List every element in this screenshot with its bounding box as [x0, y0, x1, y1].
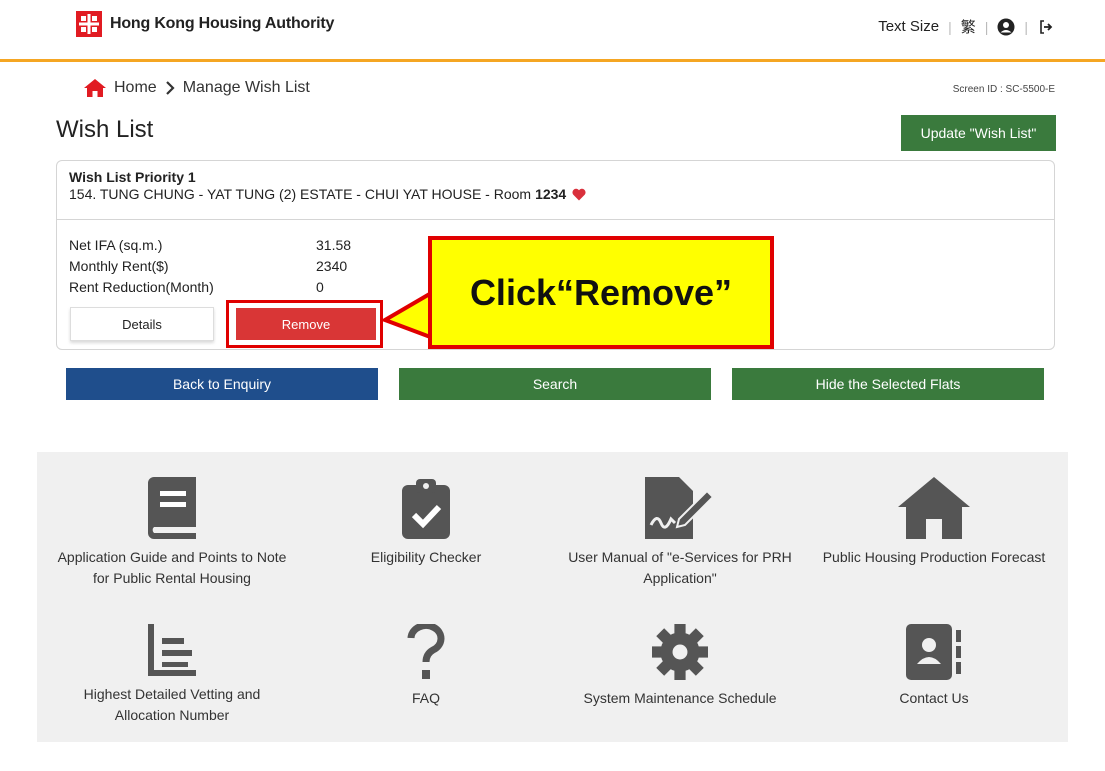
house-icon: [898, 477, 970, 539]
ha-logo-icon: [76, 11, 102, 37]
quick-link-production-forecast[interactable]: Public Housing Production Forecast: [814, 477, 1054, 568]
info-value: 2340: [316, 258, 348, 274]
info-row: Monthly Rent($) 2340: [69, 256, 351, 277]
info-label: Net IFA (sq.m.): [69, 237, 163, 253]
quick-link-user-manual[interactable]: User Manual of "e-Services for PRH Appli…: [560, 477, 800, 589]
book-icon: [148, 477, 196, 539]
page-title: Wish List: [56, 116, 154, 143]
info-value: 31.58: [316, 237, 352, 253]
header-utilities: Text Size | 繁 | |: [878, 16, 1055, 37]
quick-link-contact-us[interactable]: Contact Us: [814, 624, 1054, 709]
question-icon: [407, 624, 445, 679]
quick-link-label: Contact Us: [899, 690, 969, 706]
account-icon[interactable]: [997, 18, 1015, 36]
quick-links-panel: Application Guide and Points to Note for…: [37, 452, 1068, 742]
quick-link-label: Public Housing Production Forecast: [822, 549, 1046, 565]
gear-icon: [652, 624, 708, 680]
info-label: Rent Reduction(Month): [69, 279, 214, 295]
logout-icon[interactable]: [1037, 18, 1055, 36]
room-number: 1234: [535, 186, 567, 202]
quick-link-label: Application Guide and Points to Note for…: [57, 549, 287, 586]
divider: |: [1024, 18, 1028, 35]
priority-label: Wish List Priority 1: [69, 169, 196, 185]
divider: |: [984, 18, 989, 35]
search-button[interactable]: Search: [399, 368, 711, 400]
quick-link-label: FAQ: [411, 690, 440, 706]
quick-link-label: User Manual of "e-Services for PRH Appli…: [568, 549, 792, 586]
quick-link-label: Highest Detailed Vetting and Allocation …: [83, 686, 261, 723]
bar-list-icon: [148, 624, 196, 676]
flat-info: Net IFA (sq.m.) 31.58 Monthly Rent($) 23…: [69, 235, 351, 298]
quick-link-eligibility-checker[interactable]: Eligibility Checker: [306, 477, 546, 568]
heart-icon: [572, 188, 586, 200]
text-size-link[interactable]: Text Size: [878, 18, 939, 35]
breadcrumb-current: Manage Wish List: [182, 79, 310, 96]
details-button[interactable]: Details: [70, 307, 214, 341]
ha-logo[interactable]: Hong Kong Housing Authority: [76, 11, 334, 37]
divider: |: [948, 18, 952, 35]
quick-link-vetting-number[interactable]: Highest Detailed Vetting and Allocation …: [52, 624, 292, 726]
quick-link-label: System Maintenance Schedule: [583, 690, 777, 706]
quick-link-maintenance-schedule[interactable]: System Maintenance Schedule: [560, 624, 800, 709]
instruction-callout: Click“Remove”: [428, 236, 774, 349]
flat-address: 154. TUNG CHUNG - YAT TUNG (2) ESTATE - …: [69, 185, 1042, 203]
remove-highlight-box: Remove: [226, 300, 383, 348]
update-wish-list-button[interactable]: Update "Wish List": [901, 115, 1056, 151]
hide-selected-flats-button[interactable]: Hide the Selected Flats: [732, 368, 1044, 400]
breadcrumb: Home Manage Wish List: [84, 79, 310, 97]
org-name: Hong Kong Housing Authority: [110, 15, 335, 32]
breadcrumb-home[interactable]: Home: [114, 79, 157, 97]
quick-link-label: Eligibility Checker: [370, 549, 482, 565]
info-row: Net IFA (sq.m.) 31.58: [69, 235, 351, 256]
back-to-enquiry-button[interactable]: Back to Enquiry: [66, 368, 378, 400]
top-header: Hong Kong Housing Authority Text Size | …: [0, 0, 1105, 62]
info-row: Rent Reduction(Month) 0: [69, 277, 351, 298]
contact-book-icon: [906, 624, 961, 680]
flat-address-text: 154. TUNG CHUNG - YAT TUNG (2) ESTATE - …: [69, 186, 532, 202]
callout-pointer: [381, 290, 433, 340]
info-value: 0: [316, 279, 324, 295]
home-icon[interactable]: [84, 79, 106, 97]
info-label: Monthly Rent($): [69, 258, 169, 274]
chevron-right-icon: [165, 81, 175, 95]
clipboard-check-icon: [402, 479, 450, 539]
wish-card-header: Wish List Priority 1 154. TUNG CHUNG - Y…: [57, 161, 1054, 220]
quick-link-faq[interactable]: FAQ: [306, 624, 546, 709]
screen-id: Screen ID : SC-5500-E: [952, 84, 1055, 95]
document-sign-icon: [645, 477, 715, 539]
language-toggle[interactable]: 繁: [961, 16, 976, 37]
quick-link-application-guide[interactable]: Application Guide and Points to Note for…: [52, 477, 292, 589]
remove-button[interactable]: Remove: [236, 308, 376, 340]
